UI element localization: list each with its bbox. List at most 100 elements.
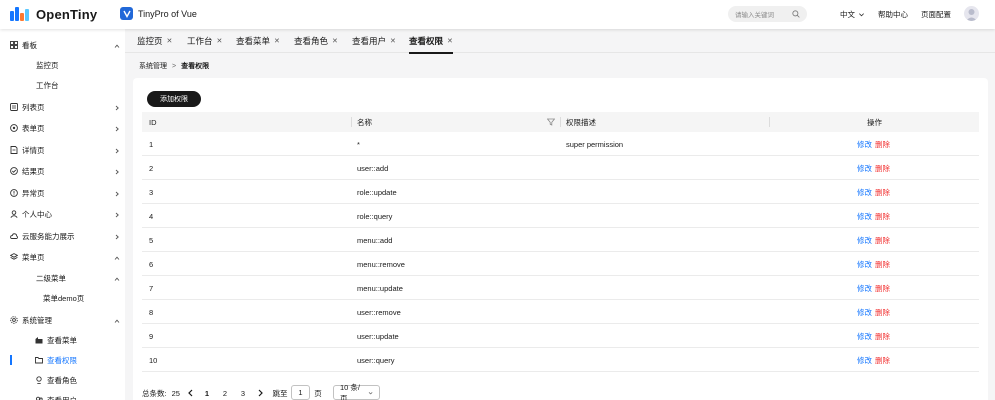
chevron-up-icon (114, 275, 120, 281)
edit-link[interactable]: 修改 (857, 259, 872, 270)
edit-link[interactable]: 修改 (857, 307, 872, 318)
page-1-button[interactable]: 1 (198, 385, 216, 400)
close-icon[interactable]: ✕ (167, 37, 173, 45)
sidebar-item-3[interactable]: 工作台 (0, 75, 125, 95)
menu-icon (10, 253, 18, 261)
system-icon (10, 316, 18, 324)
search-icon[interactable] (792, 10, 800, 18)
cell-operation: 修改 删除 (857, 324, 890, 348)
page-size-value: 10 条/页 (340, 382, 361, 400)
tab-label: 查看权限 (409, 36, 444, 46)
page-3-button[interactable]: 3 (236, 385, 250, 400)
sidebar-item-15[interactable]: 查看菜单 (0, 330, 125, 350)
sidebar-item-1[interactable]: 看板 (0, 35, 125, 55)
add-permission-button[interactable]: 添加权限 (147, 91, 201, 107)
delete-link[interactable]: 删除 (875, 355, 890, 366)
chevron-up-icon (114, 317, 120, 323)
avatar[interactable] (964, 6, 979, 21)
edit-link[interactable]: 修改 (857, 163, 872, 174)
close-icon[interactable]: ✕ (332, 37, 338, 45)
sidebar-item-13[interactable]: 菜单demo页 (0, 288, 125, 308)
sidebar-item-8[interactable]: 异常页 (0, 183, 125, 203)
edit-link[interactable]: 修改 (857, 283, 872, 294)
cell-id: 9 (149, 331, 154, 341)
cell-id: 2 (149, 163, 154, 173)
delete-link[interactable]: 删除 (875, 283, 890, 294)
close-icon[interactable]: ✕ (447, 37, 453, 45)
sidebar-item-18[interactable]: 查看用户 (0, 390, 125, 400)
close-icon[interactable]: ✕ (390, 37, 396, 45)
delete-link[interactable]: 删除 (875, 211, 890, 222)
filter-icon[interactable] (547, 118, 555, 126)
column-operation: 操作 (867, 117, 882, 127)
tab-3[interactable]: 查看菜单 ✕ (236, 29, 280, 53)
delete-link[interactable]: 删除 (875, 187, 890, 198)
edit-link[interactable]: 修改 (857, 139, 872, 150)
cell-id: 10 (149, 355, 158, 365)
active-indicator (10, 355, 12, 365)
vue-shield-icon (120, 7, 133, 20)
sidebar-item-4[interactable]: 列表页 (0, 97, 125, 117)
goto-page-input[interactable]: 1 (291, 385, 310, 400)
page-config-link[interactable]: 页面配置 (921, 9, 951, 20)
page-2-button[interactable]: 2 (218, 385, 232, 400)
cell-operation: 修改 删除 (857, 132, 890, 156)
delete-link[interactable]: 删除 (875, 331, 890, 342)
sidebar-item-5[interactable]: 表单页 (0, 118, 125, 138)
sidebar-item-9[interactable]: 个人中心 (0, 204, 125, 224)
table-row: 10 user::query 修改 删除 (142, 348, 979, 372)
tab-4[interactable]: 查看角色 ✕ (294, 29, 338, 53)
sidebar-item-11[interactable]: 菜单页 (0, 247, 125, 267)
sidebar-item-10[interactable]: 云服务能力展示 (0, 226, 125, 246)
table-header: ID 名称 权限描述 操作 (142, 112, 979, 132)
delete-link[interactable]: 删除 (875, 307, 890, 318)
sidebar-item-label: 查看用户 (47, 395, 77, 400)
edit-link[interactable]: 修改 (857, 211, 872, 222)
cell-id: 4 (149, 211, 154, 221)
breadcrumb: 系统管理 > 查看权限 (139, 61, 209, 71)
prev-page-button[interactable] (184, 385, 196, 400)
delete-link[interactable]: 删除 (875, 139, 890, 150)
chevron-right-icon (114, 125, 120, 132)
cell-name: * (357, 139, 360, 149)
sidebar-item-label: 详情页 (22, 145, 45, 155)
breadcrumb-parent[interactable]: 系统管理 (139, 61, 167, 71)
sidebar-item-17[interactable]: 查看角色 (0, 370, 125, 390)
chevron-right-icon (258, 389, 263, 397)
edit-link[interactable]: 修改 (857, 355, 872, 366)
view-menu-icon (35, 336, 43, 344)
tab-5[interactable]: 查看用户 ✕ (352, 29, 396, 53)
opentiny-logo[interactable]: OpenTiny (10, 5, 97, 23)
tab-6[interactable]: 查看权限 ✕ (409, 29, 453, 54)
close-icon[interactable]: ✕ (217, 37, 223, 45)
edit-link[interactable]: 修改 (857, 235, 872, 246)
delete-link[interactable]: 删除 (875, 235, 890, 246)
edit-link[interactable]: 修改 (857, 331, 872, 342)
sidebar-item-14[interactable]: 系统管理 (0, 310, 125, 330)
language-switch[interactable]: 中文 (840, 9, 865, 20)
list-icon (10, 103, 18, 111)
product-name: TinyPro of Vue (138, 8, 197, 19)
sidebar-item-6[interactable]: 详情页 (0, 140, 125, 160)
next-page-button[interactable] (254, 385, 266, 400)
sidebar-item-label: 异常页 (22, 188, 45, 198)
sidebar-item-7[interactable]: 结果页 (0, 161, 125, 181)
tab-2[interactable]: 工作台 ✕ (187, 29, 222, 53)
sidebar-item-2[interactable]: 监控页 (0, 55, 125, 75)
sidebar-item-12[interactable]: 二级菜单 (0, 268, 125, 288)
search-input[interactable]: 请输入关键词 (728, 6, 807, 22)
sidebar-item-16[interactable]: 查看权限 (0, 350, 125, 370)
users-icon (35, 396, 43, 400)
delete-link[interactable]: 删除 (875, 163, 890, 174)
active-tab-underline (409, 52, 453, 54)
close-icon[interactable]: ✕ (274, 37, 280, 45)
edit-link[interactable]: 修改 (857, 187, 872, 198)
product-logo[interactable]: TinyPro of Vue (120, 7, 197, 20)
delete-link[interactable]: 删除 (875, 259, 890, 270)
help-center-link[interactable]: 帮助中心 (878, 9, 908, 20)
table-row: 7 menu::update 修改 删除 (142, 276, 979, 300)
page-size-select[interactable]: 10 条/页 (333, 382, 380, 400)
logo-icon (10, 5, 32, 23)
pagination: 总条数: 25 (142, 385, 180, 400)
tab-1[interactable]: 监控页 ✕ (137, 29, 172, 53)
